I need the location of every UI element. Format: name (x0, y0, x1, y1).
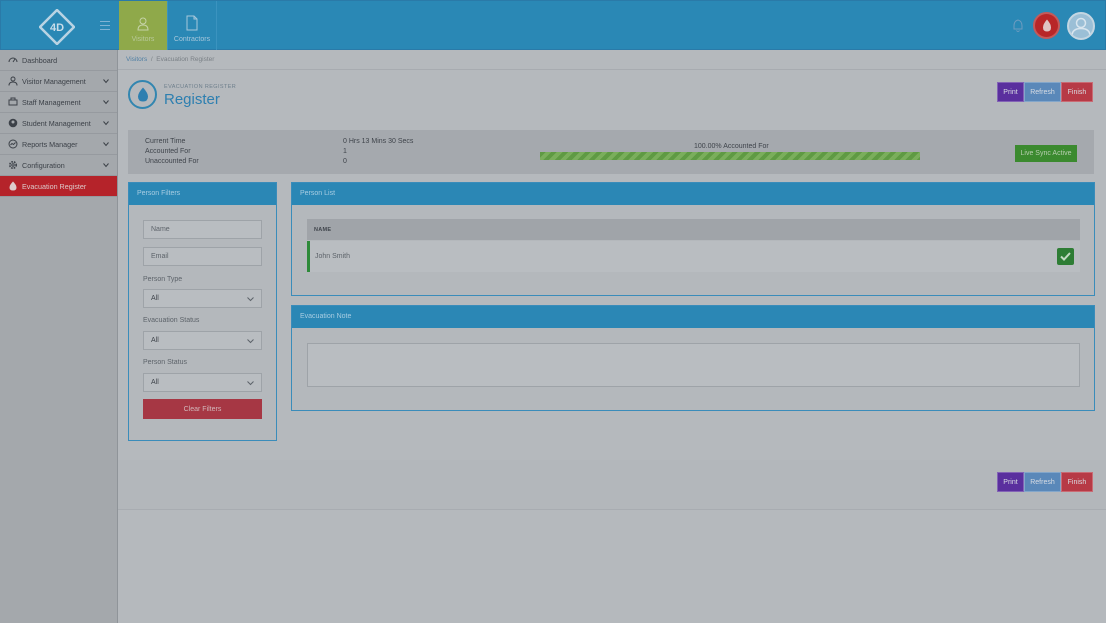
chevron-down-icon (247, 381, 254, 386)
user-avatar-icon (1071, 17, 1091, 37)
clear-filters-button[interactable]: Clear Filters (143, 399, 262, 419)
chevron-down-icon (247, 339, 254, 344)
evacuation-status-select[interactable]: All (143, 331, 262, 350)
student-icon (8, 118, 18, 128)
reports-icon (8, 139, 18, 149)
dashboard-icon (8, 57, 18, 63)
chevron-down-icon (103, 100, 109, 105)
panel-title: Person Filters (129, 183, 276, 205)
chevron-down-icon (247, 297, 254, 302)
logo-icon[interactable]: 4D (38, 8, 76, 46)
current-time-label: Current Time (145, 138, 186, 145)
sidebar-item-dashboard[interactable]: Dashboard (0, 50, 117, 71)
page-header: EVACUATION REGISTER Register Print Refre… (118, 71, 1106, 121)
sidebar: Dashboard Visitor Management Staff Manag… (0, 50, 118, 623)
person-icon (8, 76, 18, 86)
sidebar-item-visitor-management[interactable]: Visitor Management (0, 71, 117, 92)
chevron-down-icon (103, 163, 109, 168)
table-row[interactable]: John Smith (307, 241, 1080, 272)
topnav-visitors-label: Visitors (131, 36, 155, 43)
panel-title: Evacuation Note (292, 306, 1094, 328)
sidebar-item-label: Evacuation Register (22, 181, 87, 191)
email-filter-input[interactable]: Email (143, 247, 262, 266)
print-button[interactable]: Print (997, 82, 1024, 102)
breadcrumb-separator: / (150, 56, 153, 63)
top-bar: 4D Visitors Contractors (0, 0, 1106, 50)
sidebar-item-label: Reports Manager (22, 139, 78, 149)
gear-icon (8, 160, 18, 170)
evacuation-note-textarea[interactable] (307, 343, 1080, 387)
breadcrumb-link-visitors[interactable]: Visitors (126, 56, 147, 63)
avatar[interactable] (1067, 12, 1095, 40)
sidebar-item-configuration[interactable]: Configuration (0, 155, 117, 176)
sidebar-item-staff-management[interactable]: Staff Management (0, 92, 117, 113)
checkmark-icon (1060, 252, 1071, 261)
unaccounted-value: 0 (343, 158, 347, 165)
unaccounted-label: Unaccounted For (145, 158, 199, 165)
svg-text:4D: 4D (50, 22, 64, 34)
accounted-value: 1 (343, 148, 347, 155)
person-filters-panel: Person Filters Name Email Person Type Al… (128, 182, 277, 441)
topnav-divider (216, 1, 217, 50)
person-name: John Smith (315, 253, 351, 260)
person-type-value: All (151, 295, 159, 302)
header-actions: Print Refresh Finish (997, 82, 1093, 102)
sidebar-item-reports-manager[interactable]: Reports Manager (0, 134, 117, 155)
sidebar-item-label: Student Management (22, 118, 91, 128)
topnav-contractors[interactable]: Contractors (168, 1, 216, 50)
person-status-value: All (151, 379, 159, 386)
menu-toggle-icon[interactable] (100, 21, 110, 30)
person-icon (137, 17, 149, 31)
person-type-label: Person Type (143, 276, 183, 283)
sidebar-item-student-management[interactable]: Student Management (0, 113, 117, 134)
evacuation-status-value: All (151, 337, 159, 344)
chevron-down-icon (103, 142, 109, 147)
footer-actions: Print Refresh Finish (118, 460, 1106, 510)
refresh-button[interactable]: Refresh (1024, 472, 1061, 492)
evacuation-stats: Current Time 0 Hrs 13 Mins 30 Secs Accou… (128, 130, 1094, 174)
staff-icon (8, 97, 18, 106)
person-list-panel: Person List NAME John Smith (291, 182, 1095, 296)
chevron-down-icon (103, 121, 109, 126)
breadcrumb-current: Evacuation Register (156, 56, 215, 63)
topnav-visitors[interactable]: Visitors (119, 1, 167, 50)
evacuation-note-panel: Evacuation Note (291, 305, 1095, 411)
topnav-contractors-label: Contractors (173, 36, 211, 43)
name-filter-input[interactable]: Name (143, 220, 262, 239)
flame-icon (1042, 19, 1051, 32)
notification-bell-icon[interactable] (1012, 19, 1024, 33)
flame-icon (9, 181, 17, 191)
page-title: Register (164, 91, 220, 108)
chevron-down-icon (103, 79, 109, 84)
panel-title: Person List (292, 183, 1094, 205)
evacuation-alert-button[interactable] (1033, 12, 1060, 39)
person-status-select[interactable]: All (143, 373, 262, 392)
accounted-check-button[interactable] (1057, 248, 1074, 265)
evacuation-status-label: Evacuation Status (143, 317, 200, 324)
sidebar-item-evacuation-register[interactable]: Evacuation Register (0, 176, 117, 197)
sidebar-item-label: Staff Management (22, 97, 81, 107)
accounted-progress-bar (540, 152, 920, 160)
top-nav: Visitors Contractors (119, 1, 217, 50)
column-header-name[interactable]: NAME (307, 219, 1080, 240)
person-status-label: Person Status (143, 359, 187, 366)
live-sync-button[interactable]: Live Sync Active (1015, 145, 1077, 162)
print-button[interactable]: Print (997, 472, 1024, 492)
current-time-value: 0 Hrs 13 Mins 30 Secs (343, 138, 414, 145)
person-type-select[interactable]: All (143, 289, 262, 308)
document-icon (186, 15, 198, 31)
sidebar-item-label: Configuration (22, 160, 65, 170)
breadcrumb: Visitors / Evacuation Register (118, 50, 1106, 70)
sidebar-item-label: Dashboard (22, 55, 58, 65)
footer-button-group: Print Refresh Finish (997, 472, 1093, 492)
flame-icon (128, 80, 157, 109)
finish-button[interactable]: Finish (1061, 82, 1093, 102)
refresh-button[interactable]: Refresh (1024, 82, 1061, 102)
page-subtitle: EVACUATION REGISTER (164, 84, 237, 90)
accounted-label: Accounted For (145, 148, 191, 155)
sidebar-item-label: Visitor Management (22, 76, 86, 86)
progress-label: 100.00% Accounted For (694, 143, 769, 150)
finish-button[interactable]: Finish (1061, 472, 1093, 492)
